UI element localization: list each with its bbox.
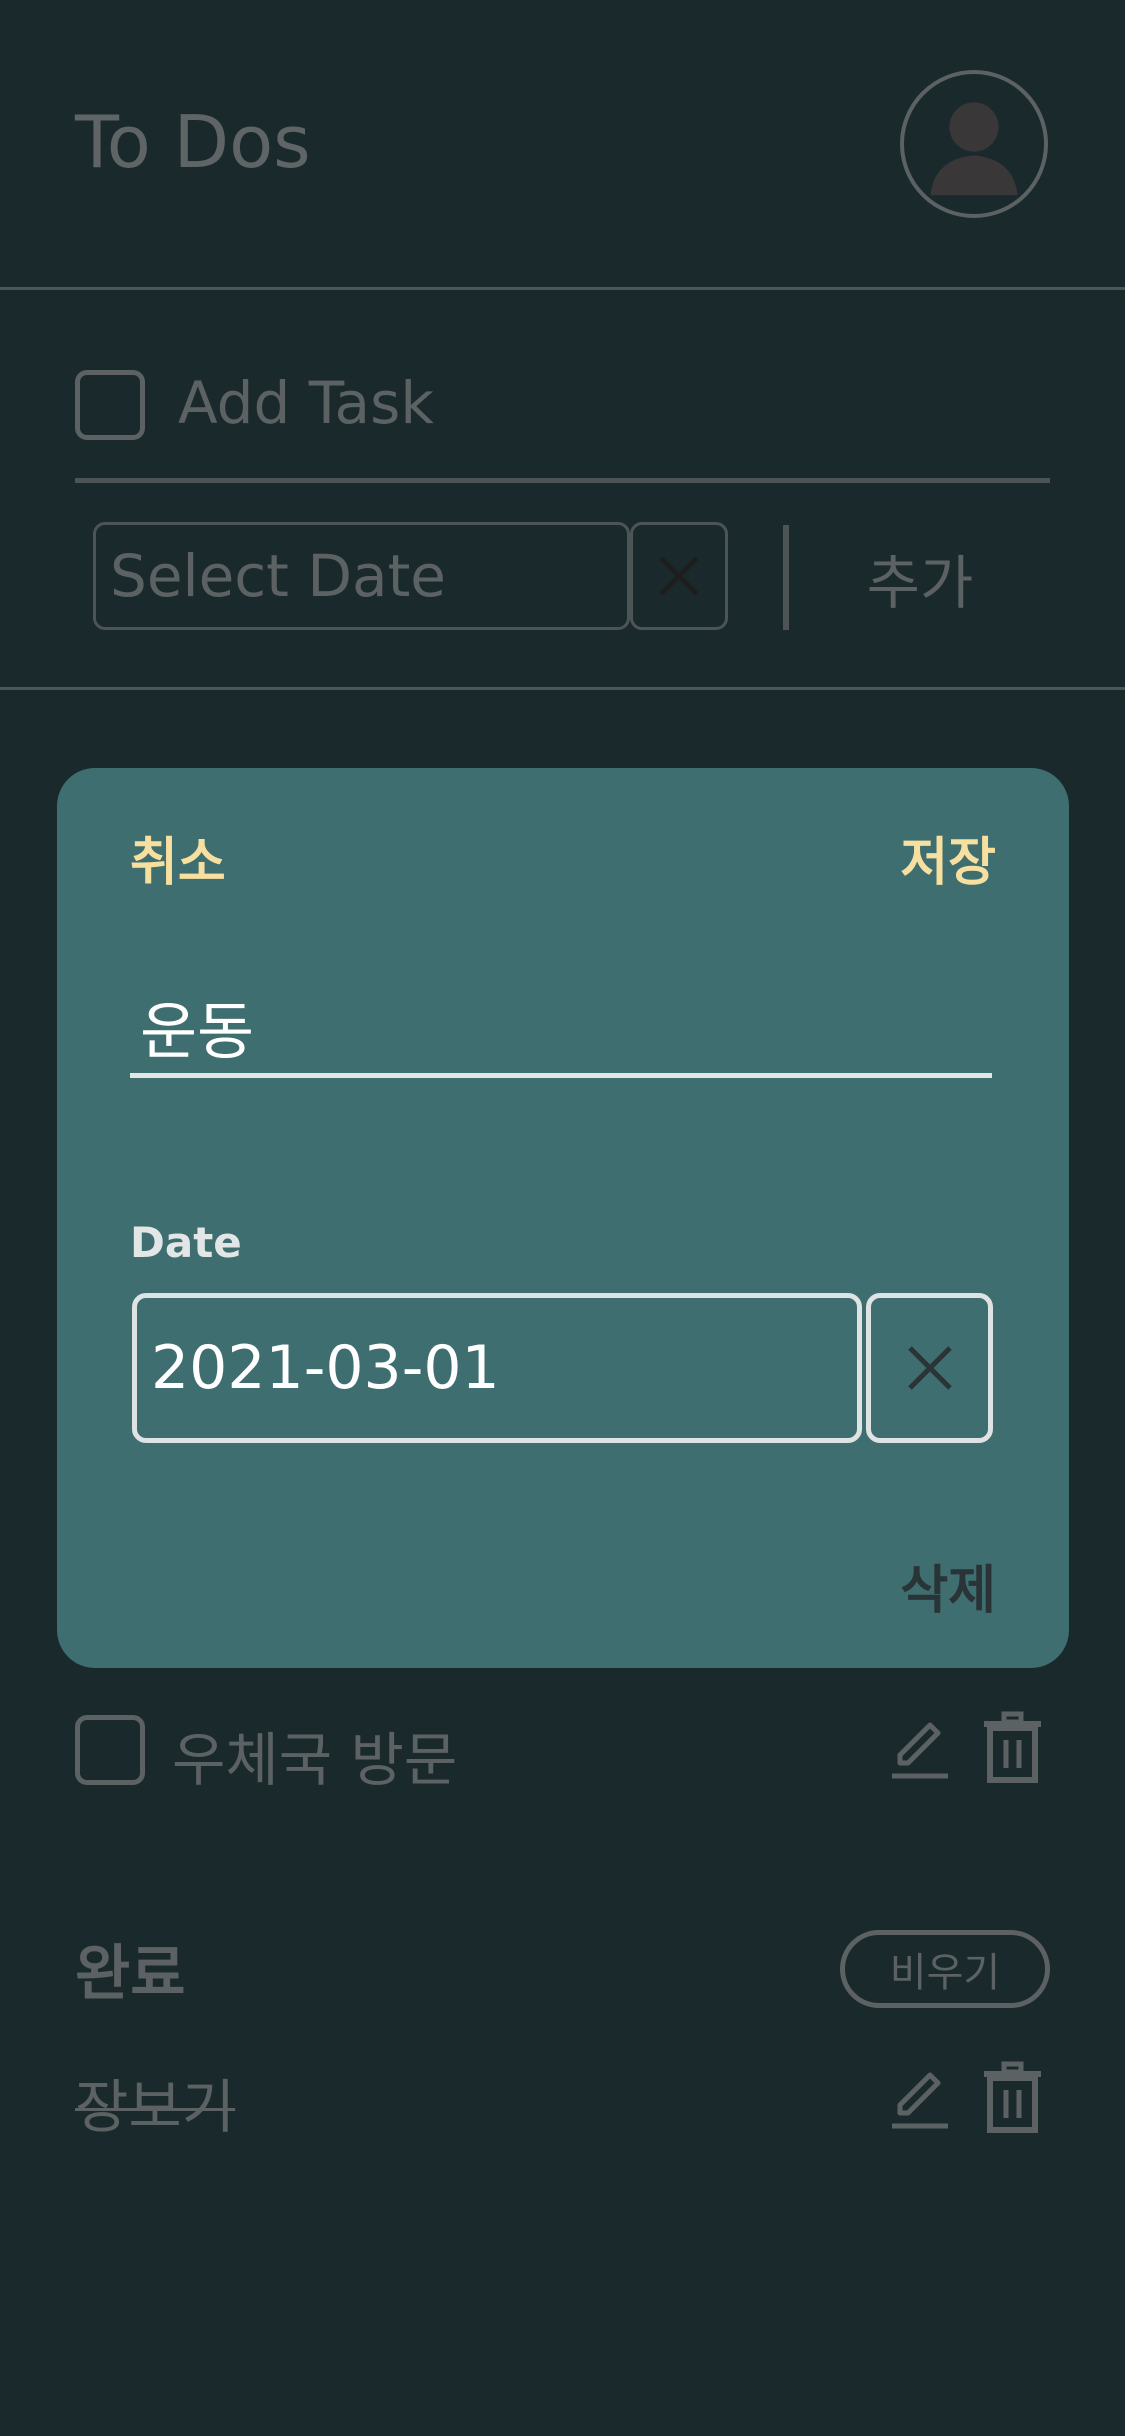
- trash-icon[interactable]: [980, 2060, 1045, 2135]
- pencil-icon[interactable]: [890, 2063, 950, 2133]
- clear-completed-button[interactable]: 비우기: [840, 1930, 1050, 2008]
- date-label: Date: [130, 1218, 242, 1267]
- date-input[interactable]: [132, 1293, 862, 1443]
- completed-todo-label: 장보기: [75, 2073, 236, 2141]
- app-header: To Dos: [0, 0, 1125, 290]
- task-name-input[interactable]: [130, 978, 992, 1078]
- add-task-section: 추가: [0, 290, 1125, 690]
- clear-date-button[interactable]: [866, 1293, 993, 1443]
- close-icon: [907, 1346, 952, 1390]
- avatar[interactable]: [900, 70, 1048, 218]
- clear-date-button[interactable]: [630, 522, 728, 630]
- done-section-title: 완료: [75, 1939, 186, 2009]
- add-task-input[interactable]: [178, 355, 1048, 450]
- pencil-icon[interactable]: [890, 1713, 950, 1783]
- app-title: To Dos: [75, 100, 311, 184]
- add-button[interactable]: 추가: [850, 530, 990, 625]
- list-item: 우체국 방문: [0, 1695, 1125, 1805]
- add-task-underline: [75, 478, 1050, 483]
- close-icon: [659, 556, 699, 596]
- cancel-button[interactable]: 취소: [130, 820, 226, 895]
- list-item: 장보기: [0, 2045, 1125, 2155]
- divider: [783, 525, 789, 630]
- todo-label: 우체국 방문: [172, 1726, 458, 1794]
- add-task-checkbox[interactable]: [75, 370, 145, 440]
- save-button[interactable]: 저장: [900, 820, 996, 895]
- delete-button[interactable]: 삭제: [900, 1548, 996, 1623]
- edit-task-modal: 취소 저장 Date 삭제: [57, 768, 1069, 1668]
- trash-icon[interactable]: [980, 1710, 1045, 1785]
- todo-checkbox[interactable]: [75, 1715, 145, 1785]
- user-icon: [930, 102, 1018, 196]
- select-date-input[interactable]: [93, 522, 630, 630]
